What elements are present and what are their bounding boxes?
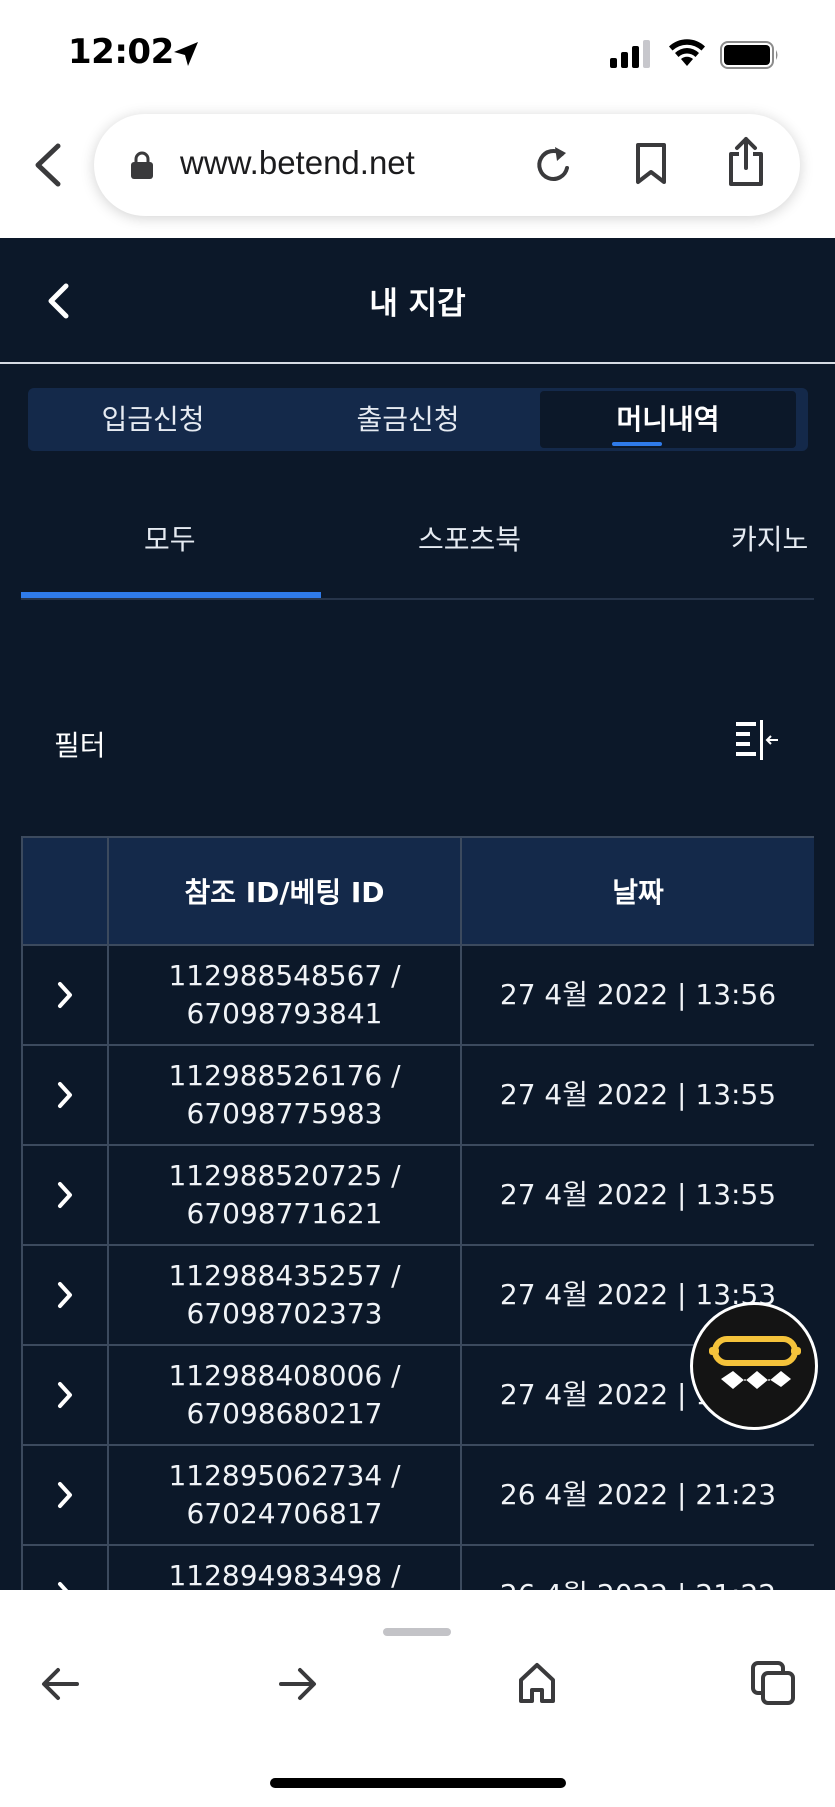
share-icon[interactable] <box>726 136 766 188</box>
chevron-right-icon[interactable] <box>56 1481 74 1509</box>
live-chat-button[interactable] <box>690 1302 818 1430</box>
bet-id: 67098775983 <box>186 1097 383 1130</box>
date-cell: 27 4월 2022 | 13:55 <box>460 1044 814 1146</box>
date-cell: 27 4월 2022 | 13:56 <box>460 944 814 1046</box>
reference-id: 112988548567 / <box>168 959 401 992</box>
status-time: 12:02 <box>68 32 174 72</box>
home-indicator <box>270 1778 566 1788</box>
row-expand-cell[interactable] <box>21 944 109 1046</box>
reload-icon[interactable] <box>534 144 574 186</box>
chevron-right-icon[interactable] <box>56 1381 74 1409</box>
active-tab-indicator <box>612 442 662 446</box>
reference-id: 112894983498 / <box>168 1559 401 1590</box>
cellular-signal-icon <box>610 40 650 68</box>
filter-label: 필터 <box>54 729 106 762</box>
filter-collapse-icon[interactable] <box>734 720 780 760</box>
row-expand-cell[interactable] <box>21 1044 109 1146</box>
browser-toolbar <box>0 1590 835 1807</box>
browser-back-icon[interactable] <box>30 140 66 190</box>
chevron-right-icon[interactable] <box>56 1281 74 1309</box>
tabs-icon[interactable] <box>750 1660 796 1706</box>
reference-id-cell: 112894983498 /67024656432 <box>107 1544 462 1590</box>
active-category-indicator <box>21 592 321 598</box>
status-bar: 12:02 <box>0 0 835 110</box>
chevron-right-icon[interactable] <box>56 1181 74 1209</box>
column-header-expand <box>21 836 109 946</box>
tab-withdraw[interactable]: 출금신청 <box>283 388 533 451</box>
bet-id: 67098702373 <box>186 1297 383 1330</box>
category-tab-sportsbook[interactable]: 스포츠북 <box>418 518 521 558</box>
app-header: 내 지갑 <box>0 238 835 364</box>
reference-id-cell: 112988526176 / 67098775983 <box>107 1044 462 1146</box>
table-row[interactable]: 112894983498 /6702465643226 4월 2022 | 21… <box>21 1544 814 1590</box>
bet-id: 67098793841 <box>186 997 383 1030</box>
chat-mascot-icon <box>709 1336 801 1389</box>
chevron-right-icon[interactable] <box>56 981 74 1009</box>
bookmark-icon[interactable] <box>634 142 668 186</box>
row-expand-cell[interactable] <box>21 1244 109 1346</box>
row-expand-cell[interactable] <box>21 1144 109 1246</box>
wallet-tabs: 입금신청 출금신청 머니내역 <box>28 388 808 451</box>
category-tab-all[interactable]: 모두 <box>144 518 196 558</box>
browser-address-bar: www.betend.net <box>0 110 835 238</box>
tab-money-history[interactable]: 머니내역 <box>540 391 796 448</box>
bet-id: 67098771621 <box>186 1197 383 1230</box>
reference-id: 112988408006 / <box>168 1359 401 1392</box>
reference-id: 112988435257 / <box>168 1259 401 1292</box>
bet-id: 67024706817 <box>186 1497 383 1530</box>
date-cell: 26 4월 2022 | 21:23 <box>460 1444 814 1546</box>
chevron-right-icon[interactable] <box>56 1081 74 1109</box>
url-field[interactable]: www.betend.net <box>94 114 800 216</box>
table-row[interactable]: 112988435257 /67098702373 27 4월 2022 | 13… <box>21 1244 814 1346</box>
column-header-date: 날짜 <box>460 836 814 946</box>
reference-id-cell: 112895062734 / 67024706817 <box>107 1444 462 1546</box>
table-row[interactable]: 112895062734 / 67024706817 26 4월 2022 | 21… <box>21 1444 814 1546</box>
tab-deposit[interactable]: 입금신청 <box>28 388 278 451</box>
date-cell: 26 4월 2022 | 21:22 <box>460 1544 814 1590</box>
reference-id-cell: 112988548567 / 67098793841 <box>107 944 462 1046</box>
page-title: 내 지갑 <box>369 286 466 322</box>
reference-id-cell: 112988408006 / 67098680217 <box>107 1344 462 1446</box>
category-divider <box>21 598 814 600</box>
row-expand-cell[interactable] <box>21 1444 109 1546</box>
arrow-right-icon[interactable] <box>278 1666 318 1702</box>
location-arrow-icon <box>174 42 198 66</box>
home-icon[interactable] <box>518 1662 556 1704</box>
toolbar-grabber[interactable] <box>383 1628 451 1636</box>
arrow-left-icon[interactable] <box>40 1666 80 1702</box>
lock-icon <box>131 151 153 179</box>
bet-id: 67098680217 <box>186 1397 383 1430</box>
url-text: www.betend.net <box>180 144 415 181</box>
table-row[interactable]: 112988520725 / 67098771621 27 4월 2022 | 13… <box>21 1144 814 1246</box>
transactions-table: 참조 ID/베팅 ID 날짜 112988548567 / 67098793841… <box>21 836 814 1590</box>
reference-id: 112895062734 / <box>168 1459 401 1492</box>
row-expand-cell[interactable] <box>21 1344 109 1446</box>
column-header-reference-id: 참조 ID/베팅 ID <box>107 836 462 946</box>
table-row[interactable]: 112988526176 / 67098775983 27 4월 2022 | 13… <box>21 1044 814 1146</box>
battery-icon <box>720 41 778 69</box>
category-tab-casino[interactable]: 카지노 <box>731 518 808 558</box>
reference-id-cell: 112988435257 / 67098702373 <box>107 1244 462 1346</box>
reference-id-cell: 112988520725 / 67098771621 <box>107 1144 462 1246</box>
date-cell: 27 4월 2022 | 13:55 <box>460 1144 814 1246</box>
row-expand-cell[interactable] <box>21 1544 109 1590</box>
reference-id: 112988520725 / <box>168 1159 401 1192</box>
reference-id: 112988526176 / <box>168 1059 401 1092</box>
table-header-row: 참조 ID/베팅 ID 날짜 <box>21 836 814 946</box>
chevron-right-icon[interactable] <box>56 1581 74 1590</box>
table-row[interactable]: 112988548567 / 67098793841 27 4월 2022 | 13… <box>21 944 814 1046</box>
wifi-icon <box>669 39 705 66</box>
